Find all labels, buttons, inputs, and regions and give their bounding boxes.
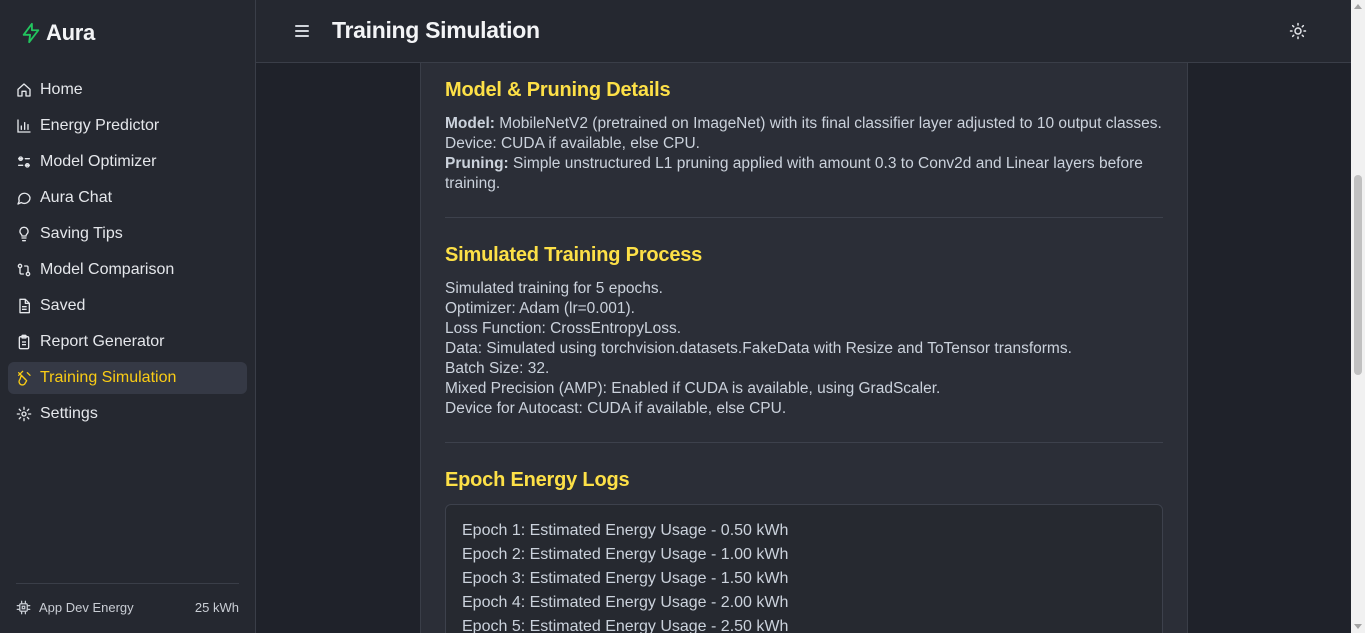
energy-usage-footer: App Dev Energy 25 kWh [16, 583, 239, 615]
sidebar-item-home[interactable]: Home [8, 74, 247, 106]
scroll-thumb[interactable] [1354, 175, 1362, 375]
sidebar-item-label: Model Comparison [40, 261, 175, 278]
sidebar-item-label: Saving Tips [40, 225, 123, 242]
sidebar-item-settings[interactable]: Settings [8, 398, 247, 430]
training-line: Loss Function: CrossEntropyLoss. [445, 320, 682, 337]
sidebar-item-model-comparison[interactable]: Model Comparison [8, 254, 247, 286]
compare-icon [17, 263, 31, 277]
sidebar-item-label: Saved [40, 297, 86, 314]
sidebar-item-saving-tips[interactable]: Saving Tips [8, 218, 247, 250]
scroll-up-arrow-icon[interactable] [1354, 4, 1362, 9]
home-icon [17, 83, 31, 97]
training-process-section: Simulated Training Process Simulated tra… [445, 244, 1163, 419]
model-label: Model: [445, 115, 495, 132]
energy-label: App Dev Energy [39, 600, 134, 615]
model-details: Model: MobileNetV2 (pretrained on ImageN… [445, 114, 1163, 154]
epoch-log-line: Epoch 3: Estimated Energy Usage - 1.50 k… [462, 570, 789, 587]
sidebar-item-label: Report Generator [40, 333, 165, 350]
bar-chart-icon [17, 119, 31, 133]
chip-icon [16, 600, 31, 615]
page-title: Training Simulation [332, 17, 540, 43]
sun-icon[interactable] [1289, 22, 1307, 40]
lightning-icon [22, 22, 40, 44]
brand-logo[interactable]: Aura [20, 20, 95, 46]
top-bar: Training Simulation [256, 0, 1351, 63]
app-name: Aura [46, 20, 95, 45]
sidebar-item-label: Home [40, 81, 83, 98]
training-line: Mixed Precision (AMP): Enabled if CUDA i… [445, 380, 941, 397]
epoch-log-line: Epoch 1: Estimated Energy Usage - 0.50 k… [462, 522, 789, 539]
training-line: Data: Simulated using torchvision.datase… [445, 340, 1072, 357]
sidebar-item-report-generator[interactable]: Report Generator [8, 326, 247, 358]
lightbulb-icon [19, 226, 29, 242]
epoch-logs-section: Epoch Energy Logs [445, 469, 1163, 504]
section-title: Simulated Training Process [445, 244, 703, 266]
document-icon [19, 298, 30, 314]
scrollbar[interactable] [1351, 0, 1365, 633]
sidebar: Aura Home Energy Predictor Model Optimiz… [0, 0, 256, 633]
flask-icon [18, 370, 31, 386]
chat-icon [17, 192, 31, 205]
divider [445, 442, 1163, 443]
training-line: Device for Autocast: CUDA if available, … [445, 400, 787, 417]
sidebar-item-label: Aura Chat [40, 189, 113, 206]
section-title: Epoch Energy Logs [445, 469, 630, 491]
energy-value: 25 kWh [194, 600, 239, 615]
sidebar-nav: Home Energy Predictor Model Optimizer Au… [8, 74, 247, 434]
gear-icon [16, 406, 32, 422]
model-text: MobileNetV2 (pretrained on ImageNet) wit… [445, 115, 1162, 152]
sidebar-item-label: Settings [40, 405, 98, 422]
pruning-label: Pruning: [445, 155, 509, 172]
pruning-details: Pruning: Simple unstructured L1 pruning … [445, 154, 1163, 194]
sidebar-item-label: Energy Predictor [40, 117, 160, 134]
divider [445, 217, 1163, 218]
training-line: Simulated training for 5 epochs. [445, 280, 663, 297]
model-pruning-section: Model & Pruning Details Model: MobileNet… [445, 79, 1163, 194]
sidebar-item-label: Model Optimizer [40, 153, 157, 170]
epoch-log-line: Epoch 5: Estimated Energy Usage - 2.50 k… [462, 618, 789, 633]
simulation-results-card: Model & Pruning Details Model: MobileNet… [420, 63, 1188, 633]
sidebar-item-saved[interactable]: Saved [8, 290, 247, 322]
sliders-icon [18, 156, 30, 168]
sidebar-item-energy-predictor[interactable]: Energy Predictor [8, 110, 247, 142]
training-line: Optimizer: Adam (lr=0.001). [445, 300, 635, 317]
sidebar-item-model-optimizer[interactable]: Model Optimizer [8, 146, 247, 178]
scroll-down-arrow-icon[interactable] [1354, 624, 1362, 629]
hamburger-menu-icon[interactable] [294, 22, 310, 40]
section-title: Model & Pruning Details [445, 79, 671, 101]
pruning-text: Simple unstructured L1 pruning applied w… [445, 155, 1143, 192]
sidebar-item-training-simulation[interactable]: Training Simulation [8, 362, 247, 394]
epoch-log-line: Epoch 4: Estimated Energy Usage - 2.00 k… [462, 594, 789, 611]
sidebar-item-label: Training Simulation [40, 369, 177, 386]
training-line: Batch Size: 32. [445, 360, 550, 377]
sidebar-item-aura-chat[interactable]: Aura Chat [8, 182, 247, 214]
epoch-log-line: Epoch 2: Estimated Energy Usage - 1.00 k… [462, 546, 789, 563]
clipboard-icon [18, 334, 30, 350]
epoch-log-box: Epoch 1: Estimated Energy Usage - 0.50 k… [445, 504, 1163, 633]
